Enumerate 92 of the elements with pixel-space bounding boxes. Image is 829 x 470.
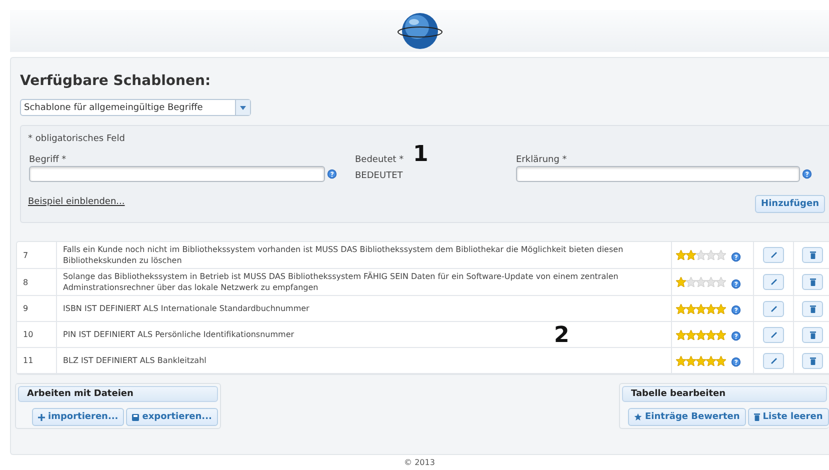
entry-text-cell: ISBN IST DEFINIERT ALS Internationale Standardbuchnummer [57,296,672,321]
star-icon [716,277,726,287]
entry-text-cell: Solange das Bibliothekssystem in Betrieb ist MUSS DAS Bibliothekssystem FÄHIG SEIN Daten für ein Software-Update von einem zentralen Adminstrationsrechner über das lokale Netzwerk zu empfangen [57,269,672,295]
star-icon [706,250,716,260]
star-rating[interactable] [676,356,726,366]
help-icon[interactable] [731,252,741,262]
star-icon [634,413,642,421]
edit-button[interactable] [763,352,784,368]
star-rating[interactable] [676,250,726,260]
star-icon [676,250,686,260]
field-label: Erklärung * [516,154,568,166]
star-icon [696,277,706,287]
edit-button[interactable] [763,300,784,316]
pencil-icon [770,306,776,312]
number-cell: 8 [17,269,57,295]
pencil-icon [770,252,776,258]
star-rating[interactable] [676,304,726,314]
trash-icon [810,330,816,338]
globe-logo-icon [396,11,442,51]
action-button[interactable]: Liste leeren [748,408,829,426]
help-icon[interactable] [731,278,741,288]
edit-button[interactable] [763,326,784,342]
help-icon[interactable] [327,169,337,179]
pencil-icon [770,279,776,285]
number-cell: 10 [17,322,57,347]
copyright-text: © 2013 [403,458,436,468]
entry-text-cell: BLZ IST DEFINIERT ALS Bankleitzahl [57,348,672,373]
show-example-link[interactable]: Beispiel einblenden... [28,197,125,207]
star-icon [686,250,696,260]
action-button[interactable]: exportieren... [126,408,218,426]
annotation-number: 1 [413,144,428,166]
star-icon [716,304,726,314]
help-icon[interactable] [731,357,741,367]
trash-icon [810,251,816,259]
star-icon [696,304,706,314]
help-icon[interactable] [802,169,812,179]
star-icon [716,356,726,366]
annotation-number: 2 [554,325,570,347]
star-icon [696,356,706,366]
delete-button[interactable] [802,326,823,342]
number-cell: 9 [17,296,57,321]
star-icon [676,277,686,287]
help-icon[interactable] [731,331,741,341]
pencil-icon [770,332,776,338]
action-button[interactable]: Einträge Bewerten [628,408,746,426]
template-select[interactable]: Schablone für allgemeingültige Begriffe [20,99,251,116]
delete-button[interactable] [802,274,823,290]
edit-button[interactable] [763,274,784,290]
entry-text-cell: Falls ein Kunde noch nicht im Bibliothekssystem vorhanden ist MUSS DAS Bibliothekssystem dem Bibliothekar die Möglichkeit bieten diesen Bibliothekskunden zu löschen [57,242,672,268]
star-rating[interactable] [676,330,726,340]
star-icon [686,304,696,314]
delete-button[interactable] [802,352,823,368]
save-icon [132,414,140,420]
number-cell: 11 [17,348,57,373]
page-title: Verfügbare Schablonen: [20,72,212,90]
field-label: Bedeutet * [355,154,405,166]
action-button[interactable]: importieren... [32,408,124,426]
star-icon [676,304,686,314]
trash-icon [810,278,816,286]
pencil-icon [770,358,776,364]
star-icon [686,277,696,287]
star-rating[interactable] [676,277,726,287]
group-title: Tabelle bearbeiten [622,386,827,402]
field-label: Begriff * [29,154,68,166]
delete-button[interactable] [802,300,823,316]
add-button[interactable]: Hinzufügen [755,195,825,213]
edit-button[interactable] [763,247,784,263]
help-icon[interactable] [731,305,741,315]
delete-button[interactable] [802,247,823,263]
star-icon [706,356,716,366]
star-icon [676,330,686,340]
star-icon [686,330,696,340]
trash-icon [810,356,816,364]
star-icon [706,277,716,287]
star-icon [676,356,686,366]
group-title: Arbeiten mit Dateien [18,386,218,402]
star-icon [706,330,716,340]
star-icon [716,330,726,340]
means-value: BEDEUTET [355,170,404,182]
star-icon [706,304,716,314]
star-icon [696,330,706,340]
plus-icon [38,414,45,420]
required-note: * obligatorisches Feld [28,134,125,144]
trash-icon [810,304,816,312]
star-icon [716,250,726,260]
number-cell: 7 [17,242,57,268]
trash-icon [754,413,760,421]
star-icon [686,356,696,366]
explanation-input[interactable] [516,166,800,182]
star-icon [696,250,706,260]
caret-icon [240,106,246,110]
term-input[interactable] [29,166,325,182]
